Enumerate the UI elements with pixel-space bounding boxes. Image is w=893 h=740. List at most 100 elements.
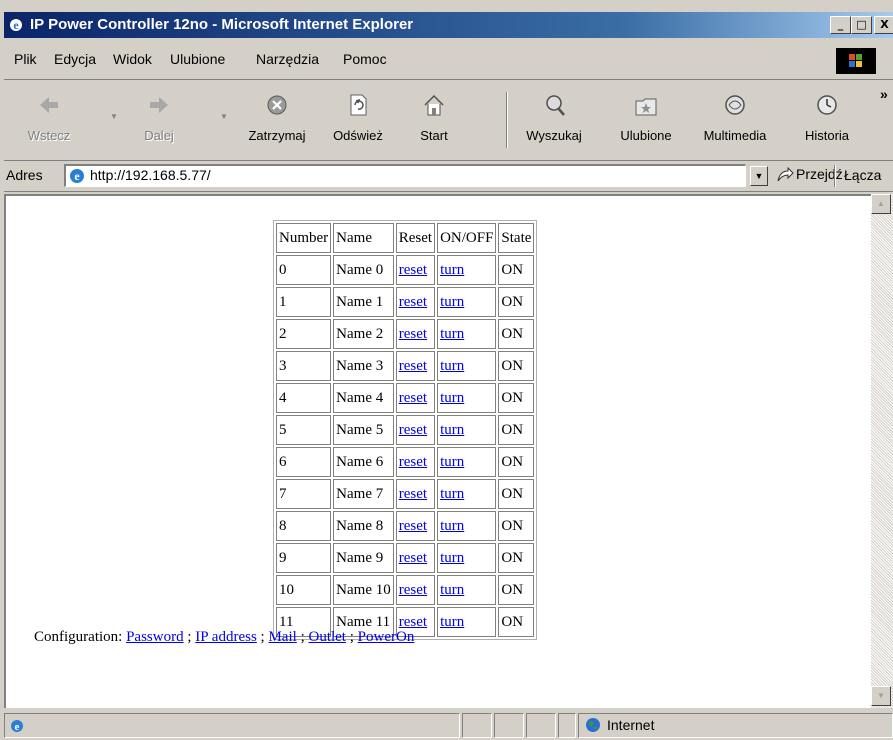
forward-arrow-icon	[150, 97, 168, 113]
reset-link[interactable]: reset	[399, 358, 427, 374]
table-row: 0 Name 0 reset turn ON	[276, 255, 535, 285]
search-button[interactable]: Wyszukaj	[518, 88, 590, 154]
menu-edit[interactable]: Edycja	[54, 51, 96, 67]
table-row: 9 Name 9 reset turn ON	[276, 543, 535, 573]
search-icon	[546, 95, 565, 116]
cell-state: ON	[498, 511, 535, 541]
windows-logo-throbber	[836, 48, 876, 74]
cell-state: ON	[498, 351, 535, 381]
forward-label: Dalej	[144, 128, 174, 143]
home-button[interactable]: Start	[408, 88, 460, 154]
table-cell: turn	[437, 351, 497, 381]
close-button[interactable]: X	[874, 16, 893, 34]
cell-state: ON	[498, 479, 535, 509]
turn-link[interactable]: turn	[440, 614, 464, 630]
title-bar[interactable]: e IP Power Controller 12no - Microsoft I…	[4, 12, 893, 38]
table-cell: turn	[437, 319, 497, 349]
table-cell: reset	[395, 543, 436, 573]
turn-link[interactable]: turn	[440, 358, 464, 374]
reset-link[interactable]: reset	[399, 582, 427, 598]
address-dropdown-button[interactable]: ▼	[750, 166, 768, 186]
scroll-up-button[interactable]: ▲	[871, 194, 891, 214]
menu-help[interactable]: Pomoc	[343, 51, 387, 67]
stop-icon	[267, 95, 287, 115]
reset-link[interactable]: reset	[399, 422, 427, 438]
header-reset: Reset	[395, 223, 436, 253]
links-button[interactable]: Łącza	[844, 167, 881, 183]
refresh-button[interactable]: Odśwież	[324, 88, 392, 154]
menu-bar: Plik Edycja Widok Ulubione Narzędzia Pom…	[4, 42, 893, 80]
turn-link[interactable]: turn	[440, 518, 464, 534]
ip-address-link[interactable]: IP address	[195, 629, 257, 645]
reset-link[interactable]: reset	[399, 294, 427, 310]
favorites-label: Ulubione	[620, 128, 672, 143]
turn-link[interactable]: turn	[440, 550, 464, 566]
media-button[interactable]: Multimedia	[694, 88, 776, 154]
reset-link[interactable]: reset	[399, 486, 427, 502]
status-bar: e Internet	[4, 712, 893, 740]
table-cell: reset	[395, 319, 436, 349]
menu-file[interactable]: Plik	[14, 51, 37, 67]
menu-tools[interactable]: Narzędzia	[256, 51, 319, 67]
reset-link[interactable]: reset	[399, 454, 427, 470]
header-number: Number	[276, 223, 332, 253]
scroll-down-button[interactable]: ▼	[871, 686, 891, 706]
zone-panel: Internet	[578, 713, 893, 738]
table-row: 6 Name 6 reset turn ON	[276, 447, 535, 477]
history-label: Historia	[804, 128, 850, 143]
back-label: Wstecz	[27, 128, 71, 143]
table-cell: reset	[395, 415, 436, 445]
back-button[interactable]: Wstecz	[26, 88, 72, 154]
address-input[interactable]: e http://192.168.5.77/	[64, 164, 746, 187]
cell-name: Name 5	[333, 415, 394, 445]
svg-text:e: e	[74, 169, 80, 183]
address-url: http://192.168.5.77/	[90, 167, 211, 183]
table-cell: reset	[395, 351, 436, 381]
media-icon	[725, 95, 745, 115]
table-row: 2 Name 2 reset turn ON	[276, 319, 535, 349]
toolbar-overflow-chevron[interactable]: »	[880, 86, 888, 102]
history-button[interactable]: Historia	[792, 88, 862, 154]
reset-link[interactable]: reset	[399, 614, 427, 630]
turn-link[interactable]: turn	[440, 294, 464, 310]
favorites-button[interactable]: Ulubione	[610, 88, 682, 154]
table-cell: turn	[437, 287, 497, 317]
internet-globe-icon	[586, 718, 600, 732]
forward-button[interactable]: Dalej	[136, 88, 182, 154]
reset-link[interactable]: reset	[399, 518, 427, 534]
minimize-button[interactable]: _	[830, 16, 851, 34]
turn-link[interactable]: turn	[440, 326, 464, 342]
mail-link[interactable]: Mail	[268, 629, 296, 645]
password-link[interactable]: Password	[126, 629, 184, 645]
config-separator: ;	[260, 629, 265, 645]
page-content: Number Name Reset ON/OFF State 0 Name 0 re…	[4, 194, 871, 708]
vertical-scrollbar[interactable]: ▲ ▼	[871, 194, 893, 708]
turn-link[interactable]: turn	[440, 582, 464, 598]
reset-link[interactable]: reset	[399, 390, 427, 406]
standard-toolbar: Wstecz ▼ Dalej ▼ Zatrzymaj Odśwież Start…	[4, 82, 893, 161]
turn-link[interactable]: turn	[440, 422, 464, 438]
table-cell: turn	[437, 607, 497, 637]
outlet-link[interactable]: Outlet	[308, 629, 346, 645]
forward-dropdown-icon[interactable]: ▼	[220, 112, 228, 121]
turn-link[interactable]: turn	[440, 454, 464, 470]
maximize-button[interactable]: □	[851, 16, 872, 34]
reset-link[interactable]: reset	[399, 550, 427, 566]
table-row: 1 Name 1 reset turn ON	[276, 287, 535, 317]
cell-number: 1	[276, 287, 332, 317]
back-dropdown-icon[interactable]: ▼	[110, 112, 118, 121]
turn-link[interactable]: turn	[440, 390, 464, 406]
turn-link[interactable]: turn	[440, 486, 464, 502]
reset-link[interactable]: reset	[399, 326, 427, 342]
poweron-link[interactable]: PowerOn	[358, 629, 415, 645]
home-icon	[424, 94, 444, 116]
menu-favorites[interactable]: Ulubione	[170, 51, 225, 67]
menu-view[interactable]: Widok	[113, 51, 152, 67]
reset-link[interactable]: reset	[399, 262, 427, 278]
cell-number: 6	[276, 447, 332, 477]
table-cell: reset	[395, 447, 436, 477]
turn-link[interactable]: turn	[440, 262, 464, 278]
configuration-links: Configuration: Password ; IP address ; M…	[34, 629, 414, 646]
cell-number: 0	[276, 255, 332, 285]
stop-button[interactable]: Zatrzymaj	[240, 88, 314, 154]
